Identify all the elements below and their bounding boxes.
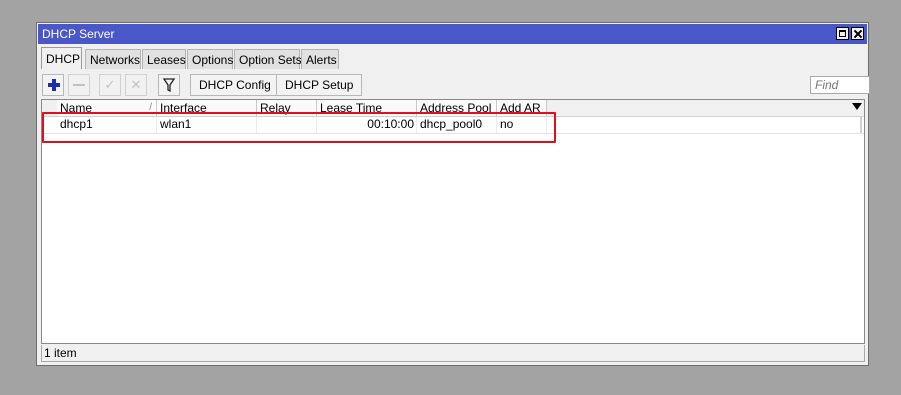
- disable-button[interactable]: ✕: [125, 74, 147, 96]
- row-divider: [860, 117, 862, 133]
- table-row[interactable]: dhcp1 wlan1 00:10:00 dhcp_pool0 no: [42, 117, 864, 134]
- column-header-address-pool[interactable]: Address Pool: [417, 100, 497, 116]
- cell-address-pool: dhcp_pool0: [417, 117, 497, 133]
- column-menu-chevron-down-icon[interactable]: [852, 103, 862, 110]
- tab-option-sets[interactable]: Option Sets: [234, 49, 302, 69]
- filter-icon: [162, 78, 176, 93]
- column-header-relay[interactable]: Relay: [257, 100, 317, 116]
- table-header: Name / Interface Relay Lease Time Address…: [42, 100, 864, 117]
- window-title: DHCP Server: [42, 27, 115, 41]
- find-input[interactable]: [810, 76, 870, 94]
- minus-icon: [73, 84, 85, 86]
- cell-name: dhcp1: [57, 117, 157, 133]
- tab-leases[interactable]: Leases: [142, 49, 186, 69]
- tab-networks[interactable]: Networks: [85, 49, 141, 69]
- tab-dhcp[interactable]: DHCP: [41, 47, 82, 69]
- toolbar: ✓ ✕ DHCP Config DHCP Setup: [41, 73, 870, 97]
- window-titlebar[interactable]: DHCP Server: [38, 24, 867, 44]
- cross-icon: ✕: [130, 77, 142, 92]
- cell-interface: wlan1: [157, 117, 257, 133]
- column-header-add-ar[interactable]: Add AR: [497, 100, 547, 116]
- cell-lease-time: 00:10:00: [317, 117, 417, 133]
- enable-button[interactable]: ✓: [99, 74, 121, 96]
- dhcp-server-table: Name / Interface Relay Lease Time Address…: [41, 99, 865, 344]
- plus-icon: [48, 79, 60, 91]
- column-header-interface[interactable]: Interface: [157, 100, 257, 116]
- dhcp-setup-button[interactable]: DHCP Setup: [276, 74, 363, 96]
- dhcp-config-button[interactable]: DHCP Config: [190, 74, 280, 96]
- status-bar: 1 item: [41, 345, 865, 362]
- cell-add-ar: no: [497, 117, 547, 133]
- column-header-lease-time[interactable]: Lease Time: [317, 100, 417, 116]
- cell-relay: [257, 117, 317, 133]
- maximize-icon[interactable]: [836, 27, 849, 40]
- item-count: 1 item: [44, 346, 77, 360]
- remove-button[interactable]: [68, 74, 90, 96]
- add-button[interactable]: [42, 74, 64, 96]
- sort-icon: /: [149, 102, 152, 113]
- tab-options[interactable]: Options: [187, 49, 233, 69]
- filter-button[interactable]: [158, 74, 180, 96]
- check-icon: ✓: [104, 77, 116, 92]
- tab-alerts[interactable]: Alerts: [301, 49, 339, 69]
- dhcp-server-window: DHCP Server DHCP Networks Leases Options…: [36, 22, 870, 366]
- column-header-name[interactable]: Name /: [57, 100, 157, 116]
- close-icon[interactable]: [851, 27, 864, 40]
